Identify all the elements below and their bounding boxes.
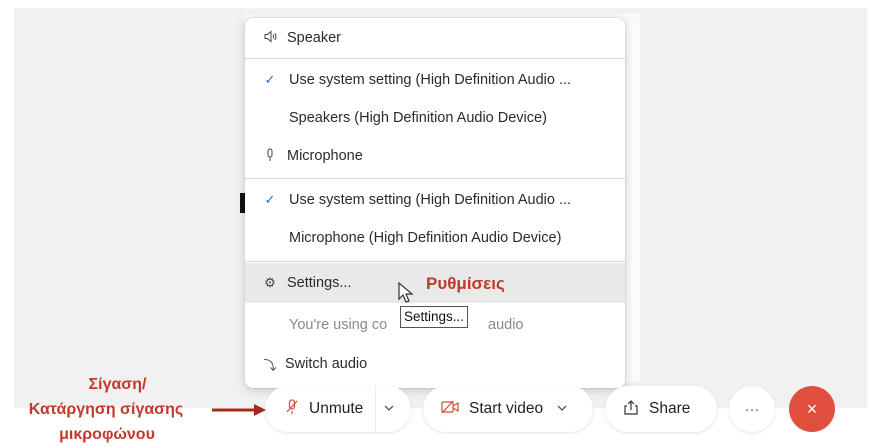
unmute-button[interactable]: Unmute — [265, 386, 411, 432]
start-video-label: Start video — [469, 400, 544, 417]
button-divider — [375, 386, 377, 432]
more-icon: ··· — [744, 400, 760, 418]
microphone-option-system[interactable]: ✓ Use system setting (High Definition Au… — [245, 180, 625, 220]
meeting-window: Speaker ✓ Use system setting (High Defin… — [0, 0, 869, 445]
microphone-icon — [263, 148, 277, 165]
checkmark-icon: ✓ — [264, 192, 276, 207]
chevron-down-icon[interactable] — [384, 403, 394, 415]
share-label: Share — [649, 400, 691, 417]
leave-meeting-button[interactable]: × — [789, 386, 835, 432]
speaker-section-header: Speaker — [245, 18, 625, 58]
audio-menu: Speaker ✓ Use system setting (High Defin… — [245, 18, 625, 388]
mouse-cursor-icon — [398, 282, 414, 303]
microphone-muted-icon — [285, 398, 299, 420]
settings-annotation: Ρυθμίσεις — [426, 274, 505, 293]
unmute-label: Unmute — [309, 400, 364, 417]
chevron-down-icon[interactable] — [557, 403, 567, 415]
speaker-icon — [263, 30, 277, 46]
annotation-arrow-icon — [212, 404, 266, 416]
settings-tooltip: Settings... — [400, 306, 469, 328]
speaker-option-device[interactable]: Speakers (High Definition Audio Device) — [245, 98, 625, 138]
microphone-option-device[interactable]: Microphone (High Definition Audio Device… — [245, 218, 625, 258]
mute-annotation: Σίγαση/ Κατάργηση σίγασης μικροφώνου — [28, 376, 184, 443]
share-button[interactable]: Share — [605, 386, 717, 432]
close-icon: × — [806, 398, 818, 419]
checkmark-icon: ✓ — [264, 72, 276, 87]
menu-divider — [245, 178, 625, 179]
switch-audio-icon: ⤵ — [263, 357, 277, 373]
switch-audio-item[interactable]: ⤵ Switch audio — [245, 344, 625, 384]
menu-divider — [245, 58, 625, 59]
more-options-button[interactable]: ··· — [729, 386, 775, 432]
video-off-icon — [441, 400, 459, 418]
share-icon — [623, 399, 639, 419]
start-video-button[interactable]: Start video — [423, 386, 593, 432]
gear-icon: ⚙ — [264, 275, 276, 290]
speaker-option-system[interactable]: ✓ Use system setting (High Definition Au… — [245, 60, 625, 100]
microphone-section-header: Microphone — [245, 136, 625, 176]
menu-divider — [245, 261, 625, 262]
